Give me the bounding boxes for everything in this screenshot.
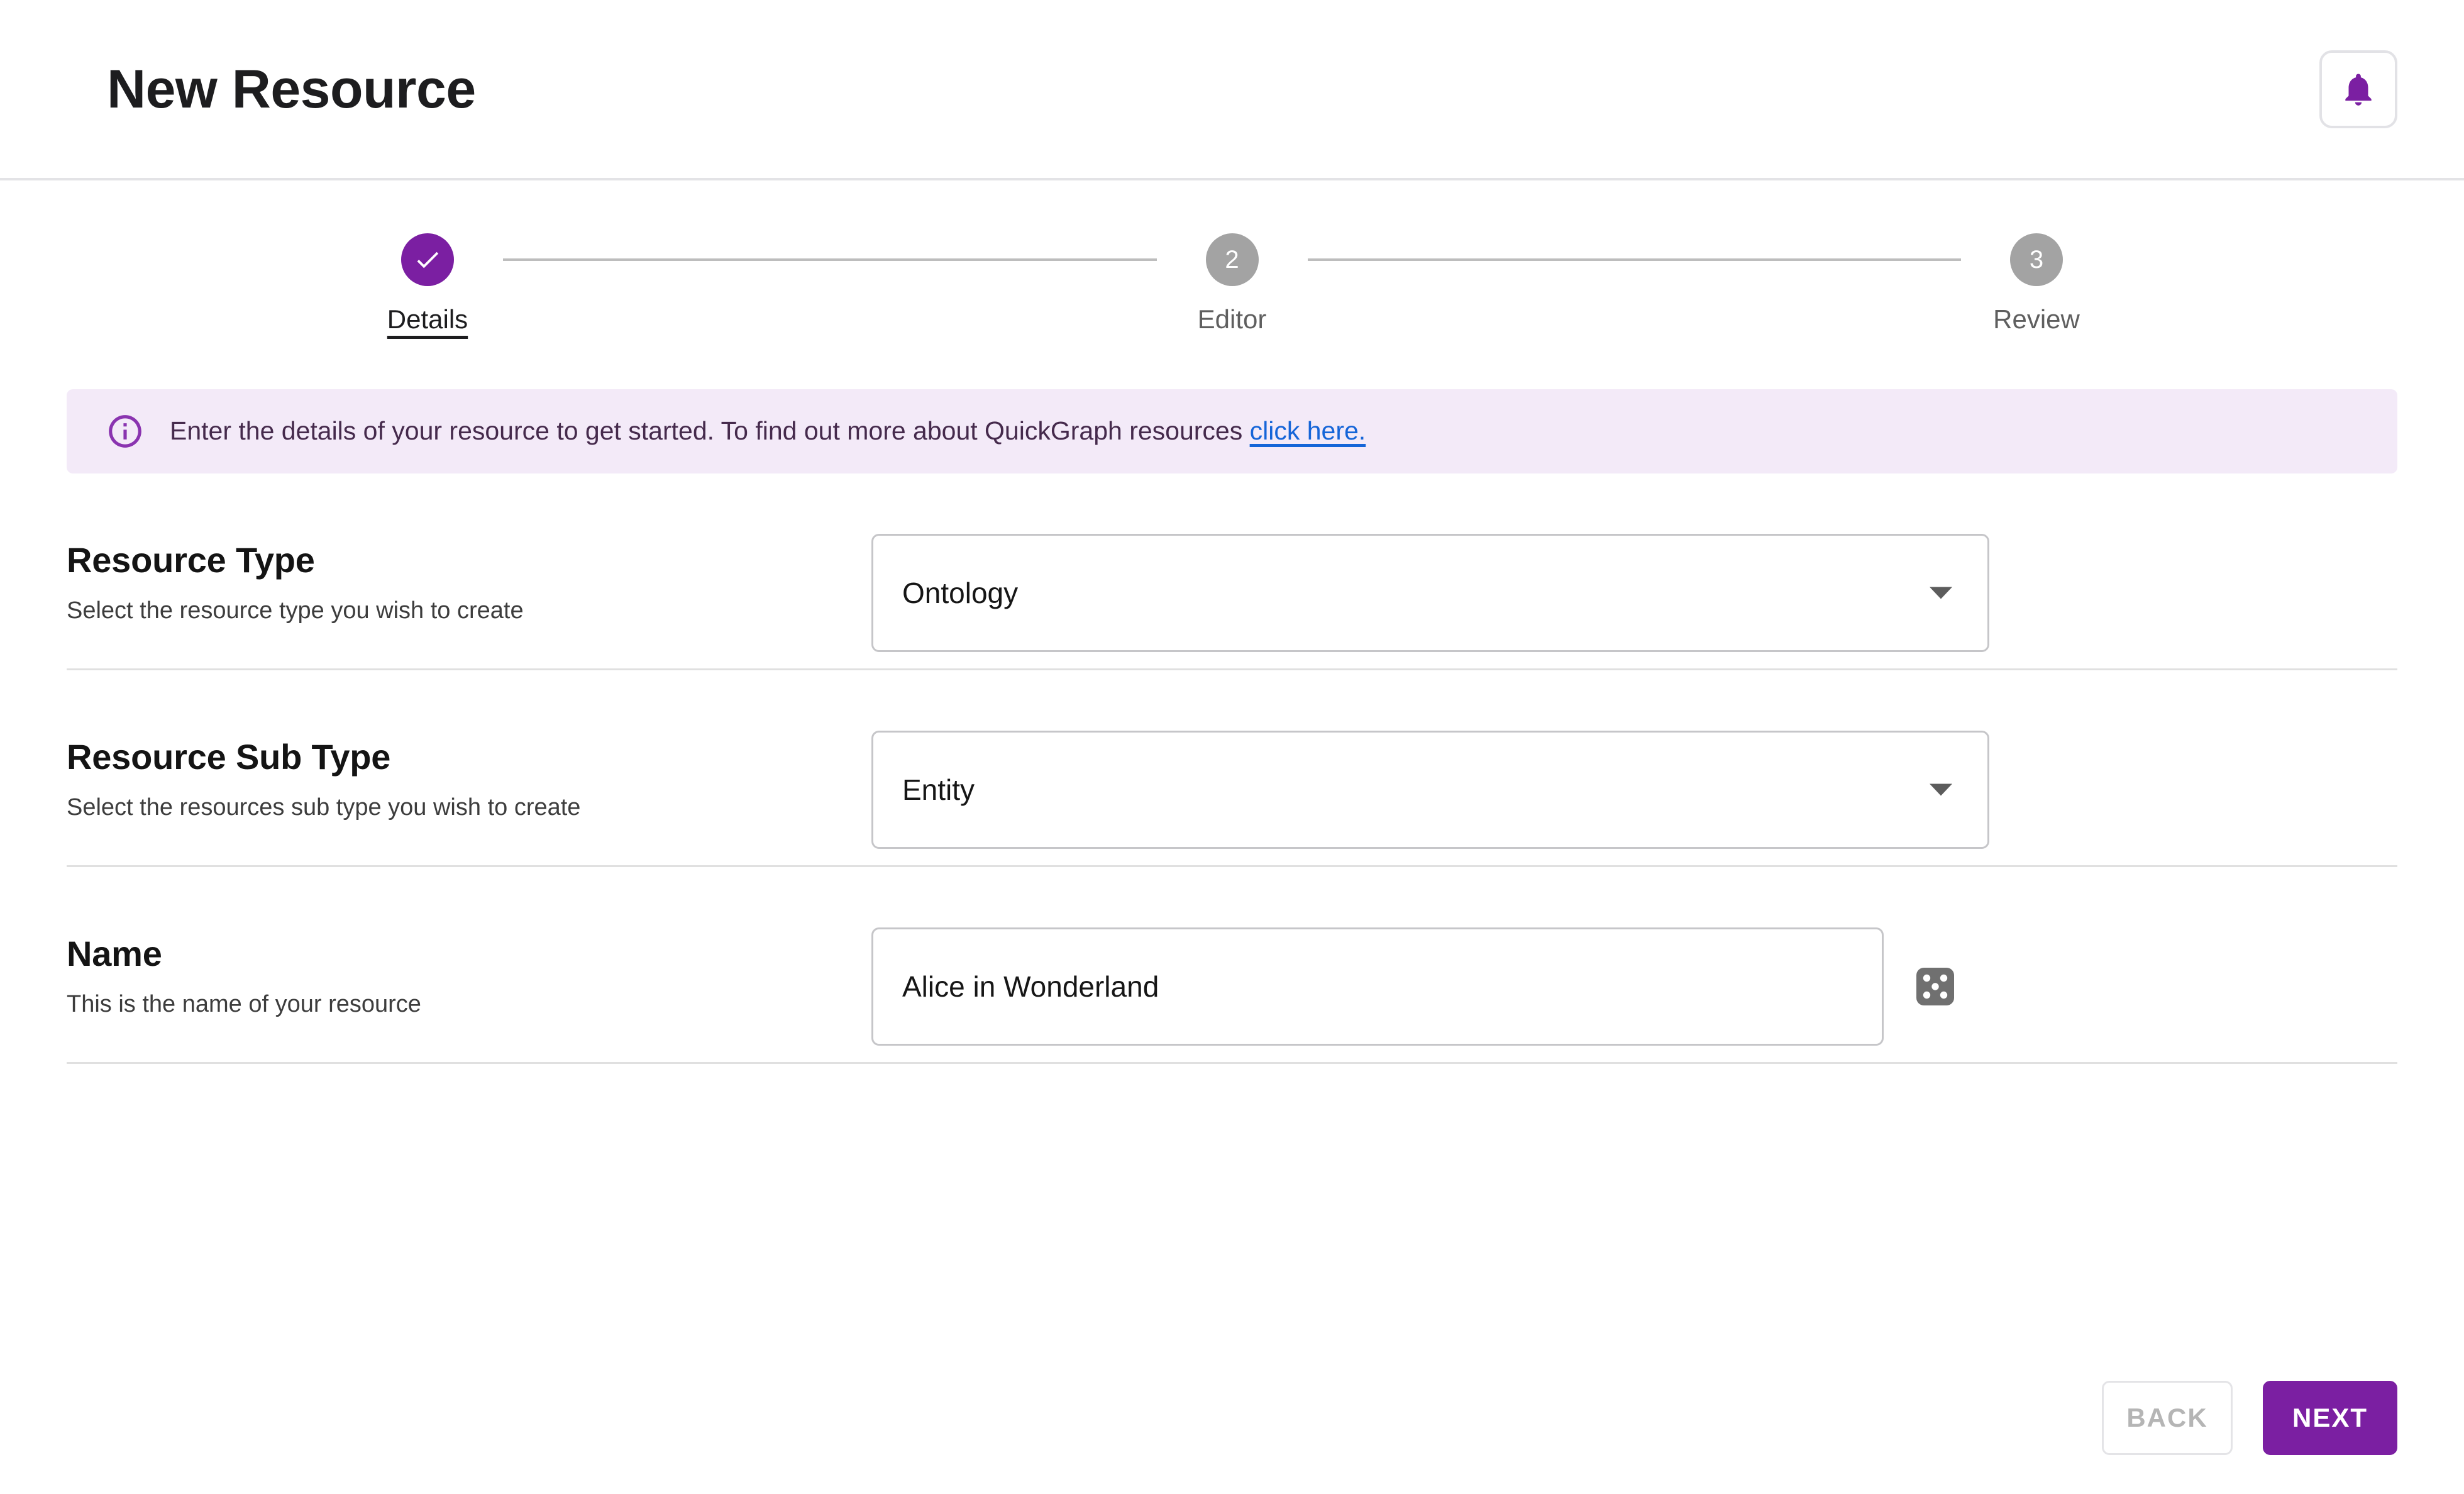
step-details-circle [401, 233, 454, 286]
name-control [871, 927, 1960, 1046]
click-here-link[interactable]: click here. [1250, 416, 1366, 445]
dice-icon [1913, 964, 1958, 1009]
page-title: New Resource [107, 58, 476, 119]
chevron-down-icon [1930, 587, 1952, 599]
wizard-footer: BACK NEXT [2102, 1381, 2397, 1455]
resource-type-description: Select the resource type you wish to cre… [67, 597, 524, 624]
resource-sub-type-description: Select the resources sub type you wish t… [67, 794, 581, 821]
app-header: New Resource [0, 0, 2464, 180]
resource-type-info: Resource Type Select the resource type y… [67, 534, 871, 626]
wizard-stepper: Details 2 Editor 3 Review [0, 233, 2464, 333]
notifications-button[interactable] [2319, 50, 2397, 128]
step-editor-label: Editor [1197, 304, 1267, 334]
next-button[interactable]: NEXT [2263, 1381, 2397, 1455]
name-description: This is the name of your resource [67, 991, 421, 1018]
step-details[interactable]: Details [352, 233, 503, 333]
resource-sub-type-value: Entity [902, 773, 975, 806]
step-connector-2 [1307, 258, 1961, 261]
resource-type-title: Resource Type [67, 540, 315, 580]
chevron-down-icon [1930, 783, 1952, 796]
resource-sub-type-select[interactable]: Entity [871, 731, 1989, 849]
back-button[interactable]: BACK [2102, 1381, 2233, 1455]
step-details-label: Details [387, 304, 468, 334]
bell-icon [2339, 70, 2378, 109]
resource-sub-type-row: Resource Sub Type Select the resources s… [67, 670, 2397, 865]
name-info: Name This is the name of your resource [67, 927, 871, 1019]
resource-type-row: Resource Type Select the resource type y… [67, 473, 2397, 668]
check-icon [413, 245, 442, 274]
resource-sub-type-info: Resource Sub Type Select the resources s… [67, 731, 871, 822]
divider-3 [67, 1062, 2397, 1064]
name-input[interactable] [871, 927, 1884, 1046]
resource-type-select[interactable]: Ontology [871, 534, 1989, 652]
resource-sub-type-control: Entity [871, 731, 1989, 849]
new-resource-page: New Resource Details 2 Editor 3 Review E… [0, 0, 2464, 1494]
info-circle-icon [106, 412, 145, 451]
step-editor[interactable]: 2 Editor [1157, 233, 1308, 333]
info-banner-text: Enter the details of your resource to ge… [170, 414, 1366, 448]
step-review-circle: 3 [2010, 233, 2063, 286]
resource-type-control: Ontology [871, 534, 1989, 652]
step-review-label: Review [1993, 304, 2080, 334]
step-review[interactable]: 3 Review [1961, 233, 2112, 333]
step-connector-1 [503, 258, 1157, 261]
name-title: Name [67, 934, 162, 973]
randomise-name-button[interactable] [1910, 961, 1960, 1012]
name-row: Name This is the name of your resource [67, 867, 2397, 1062]
info-banner: Enter the details of your resource to ge… [67, 389, 2397, 473]
resource-sub-type-title: Resource Sub Type [67, 737, 391, 777]
resource-form: Resource Type Select the resource type y… [0, 473, 2464, 1064]
info-banner-message: Enter the details of your resource to ge… [170, 416, 1250, 446]
resource-type-value: Ontology [902, 577, 1019, 609]
step-editor-circle: 2 [1205, 233, 1259, 286]
